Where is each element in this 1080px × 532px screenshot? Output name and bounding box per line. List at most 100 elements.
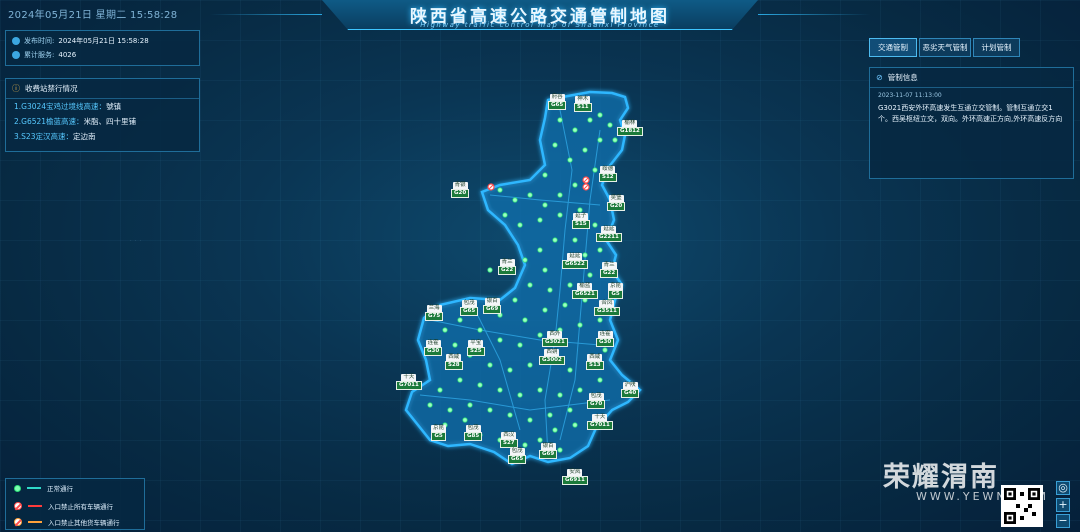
toll-station-dot[interactable] [597,377,603,383]
road-label[interactable]: 银百 G69 [539,443,558,459]
road-label[interactable]: 包茂 G70 [587,393,606,409]
toll-station-dot[interactable] [427,402,433,408]
toll-station-dot[interactable] [487,362,493,368]
toll-station-dot[interactable] [557,447,563,453]
road-label[interactable]: 西咸 S28 [445,354,463,370]
toll-station-dot[interactable] [457,317,463,323]
toll-station-dot[interactable] [477,382,483,388]
toll-station-dot[interactable] [437,387,443,393]
road-label[interactable]: 延延 G2211 [596,226,622,242]
road-label[interactable]: 包茂 G85 [464,425,483,441]
toll-station-dot[interactable] [597,247,603,253]
toll-station-dot[interactable] [547,412,553,418]
road-label[interactable]: 绥德 S12 [599,166,617,182]
toll-station-dot[interactable] [522,257,528,263]
toll-station-dot[interactable] [507,412,513,418]
road-label[interactable]: 合凤 G3511 [594,300,620,316]
toll-station-dot[interactable] [537,387,543,393]
toll-station-dot[interactable] [522,317,528,323]
toll-station-dot[interactable] [507,367,513,373]
toll-station-dot[interactable] [542,267,548,273]
toll-station-dot[interactable] [522,442,528,448]
toll-station-dot[interactable] [567,157,573,163]
toll-station-dot[interactable] [577,207,583,213]
toll-station-dot[interactable] [592,167,598,173]
toll-station-dot[interactable] [527,417,533,423]
toll-station-dot[interactable] [457,377,463,383]
toll-station-dot[interactable] [547,287,553,293]
toll-station-dot[interactable] [572,127,578,133]
toll-station-dot[interactable] [557,117,563,123]
road-label[interactable]: 延子 S15 [572,213,590,229]
road-label[interactable]: 西外 G3021 [542,331,568,347]
road-label[interactable]: 青兰 G22 [498,259,517,275]
road-label[interactable]: 十天 G7011 [587,414,613,430]
road-label[interactable]: 连霍 G30 [424,340,443,356]
toll-station-dot[interactable] [517,392,523,398]
toll-station-dot[interactable] [537,217,543,223]
toll-station-dot[interactable] [527,362,533,368]
closed-entry-marker[interactable] [582,183,590,191]
toll-station-dot[interactable] [597,112,603,118]
toll-station-dot[interactable] [552,427,558,433]
toll-station-dot[interactable] [572,182,578,188]
toll-station-dot[interactable] [537,437,543,443]
zoom-out-button[interactable]: − [1056,514,1070,528]
toll-station-dot[interactable] [567,367,573,373]
road-label[interactable]: 银百 G69 [483,298,502,314]
zoom-in-button[interactable]: + [1056,498,1070,512]
toll-station-dot[interactable] [512,197,518,203]
toll-station-dot[interactable] [552,237,558,243]
toll-station-dot[interactable] [572,422,578,428]
toll-station-dot[interactable] [572,237,578,243]
toll-station-dot[interactable] [502,212,508,218]
toll-station-dot[interactable] [567,407,573,413]
road-label[interactable]: 西咸 S13 [586,354,604,370]
toll-station-dot[interactable] [487,267,493,273]
toll-station-dot[interactable] [587,117,593,123]
toll-station-dot[interactable] [512,297,518,303]
toll-station-dot[interactable] [557,392,563,398]
road-label[interactable]: 十天 G7011 [396,374,422,390]
road-label[interactable]: 吴堡 G20 [607,195,626,211]
road-label[interactable]: 包茂 G65 [508,448,527,464]
toll-station-dot[interactable] [542,307,548,313]
toll-station-dot[interactable] [562,302,568,308]
toll-station-dot[interactable] [577,322,583,328]
road-label[interactable]: 青银 G20 [451,182,470,198]
road-label[interactable]: 榆林 G1812 [617,120,643,136]
road-label[interactable]: 榆蓝 G6521 [572,283,598,299]
toll-station-dot[interactable] [442,327,448,333]
road-label[interactable]: 青兰 G22 [600,262,619,278]
road-label[interactable]: 西汉 S27 [500,432,518,448]
toll-station-dot[interactable] [467,402,473,408]
toll-station-dot[interactable] [577,387,583,393]
road-label[interactable]: 平宝 S25 [467,340,485,356]
road-label[interactable]: 兰海 G75 [425,305,444,321]
road-label[interactable]: 京昆 G5 [431,425,447,441]
road-label[interactable]: 延延 G6522 [562,253,588,269]
toll-station-dot[interactable] [587,272,593,278]
toll-station-dot[interactable] [552,142,558,148]
toll-station-dot[interactable] [537,247,543,253]
road-label[interactable]: 安岚 G6911 [562,469,588,485]
closed-entry-marker[interactable] [582,176,590,184]
road-label[interactable]: 包茂 G65 [460,300,479,316]
toll-station-dot[interactable] [477,327,483,333]
toll-station-dot[interactable] [462,417,468,423]
toll-station-dot[interactable] [602,347,608,353]
toll-station-dot[interactable] [542,202,548,208]
toll-station-dot[interactable] [542,172,548,178]
road-label[interactable]: 沪陕 G40 [621,382,640,398]
toll-station-dot[interactable] [527,282,533,288]
toll-station-dot[interactable] [597,317,603,323]
toll-station-dot[interactable] [557,192,563,198]
toll-station-dot[interactable] [447,407,453,413]
road-label[interactable]: 府谷 G65 [548,94,567,110]
toll-station-dot[interactable] [497,387,503,393]
road-label[interactable]: 连霍 G30 [596,331,615,347]
toll-station-dot[interactable] [517,342,523,348]
locate-button[interactable]: ◎ [1056,481,1070,495]
toll-station-dot[interactable] [607,122,613,128]
toll-station-dot[interactable] [487,407,493,413]
